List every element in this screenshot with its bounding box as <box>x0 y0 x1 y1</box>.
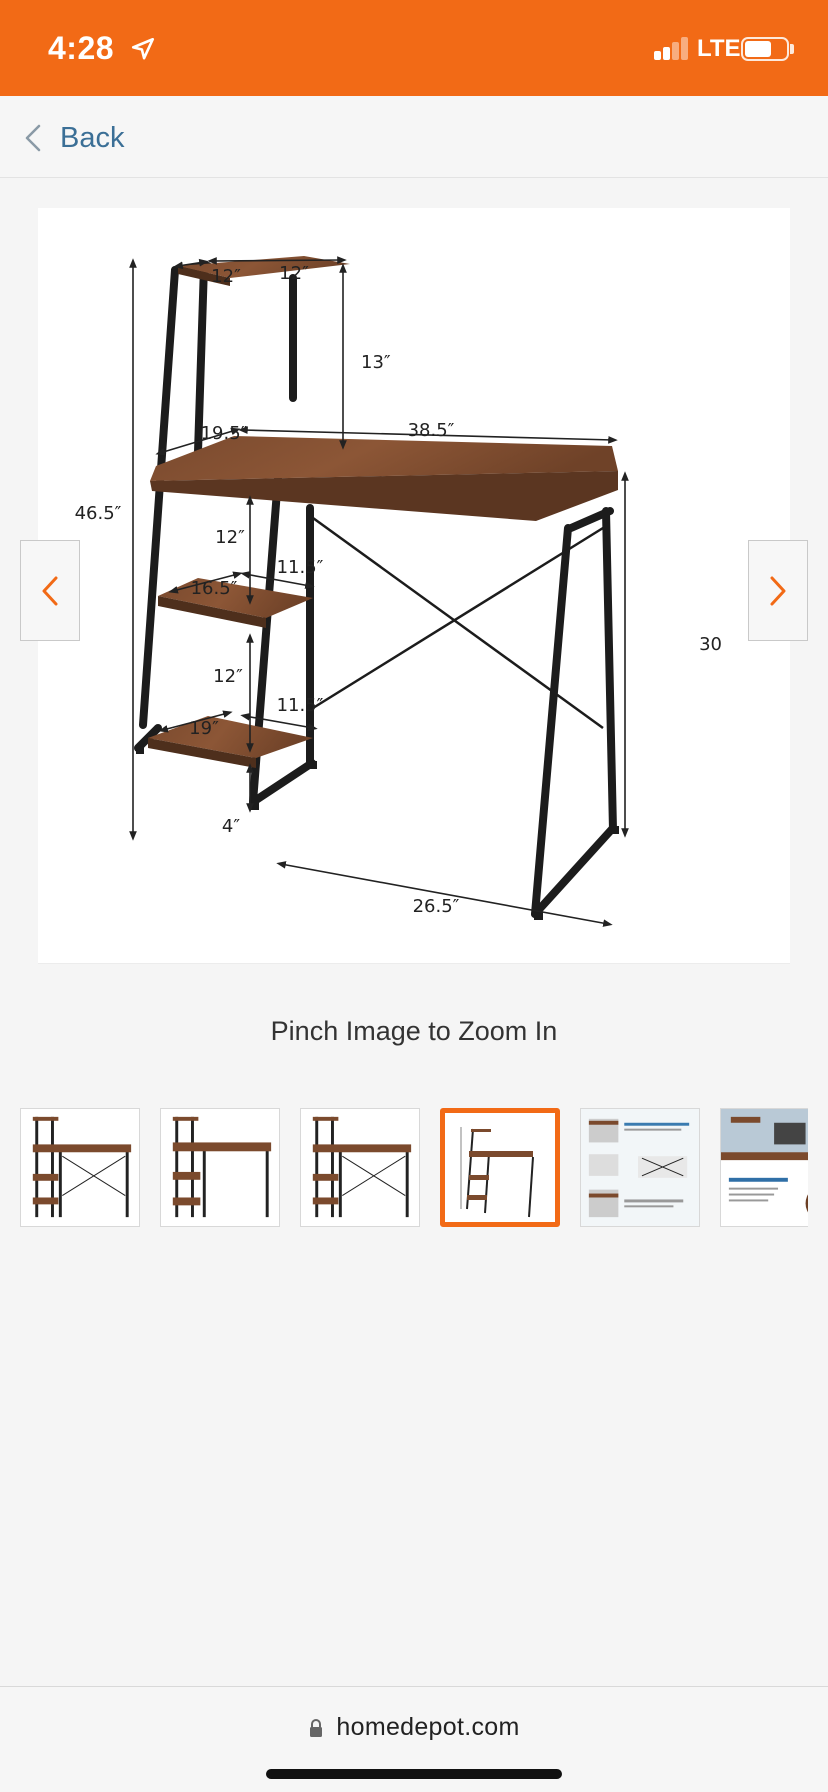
dim-desk-depth: 19.5″ <box>201 423 248 444</box>
lock-icon <box>310 1718 323 1737</box>
browser-bottom-bar: homedepot.com <box>0 1686 828 1792</box>
thumbnail-desk-lifestyle[interactable] <box>720 1108 808 1227</box>
dim-shelf-spacing-upper: 12″ <box>215 527 245 548</box>
previous-image-button[interactable] <box>20 540 80 641</box>
dim-desk-width: 38.5″ <box>408 420 455 441</box>
dim-top-shelf-depth: 12″ <box>211 266 241 287</box>
dim-lower-shelf-depth: 19″ <box>189 718 219 739</box>
desk-dimensions-diagram: 12″ 12″ 13″ 19.5″ 38.5″ 46.5″ 12″ 16.5″ … <box>38 208 790 964</box>
back-button[interactable]: Back <box>22 116 124 160</box>
image-divider <box>38 963 790 964</box>
status-time: 4:28 <box>48 30 115 66</box>
url-field[interactable]: homedepot.com <box>0 1713 828 1742</box>
battery-nub <box>790 44 794 54</box>
dim-lower-shelf-width: 11.5″ <box>277 695 324 716</box>
thumbnail-image <box>721 1109 808 1226</box>
network-type: LTE <box>697 35 741 62</box>
thumbnail-image <box>581 1109 699 1226</box>
home-indicator[interactable] <box>266 1769 562 1779</box>
dim-desk-height: 30 <box>699 634 722 655</box>
signal-strength-icon <box>654 36 690 60</box>
back-label: Back <box>60 121 125 154</box>
dim-shelf-spacing-lower: 12″ <box>213 666 243 687</box>
thumbnail-desk-front-view[interactable] <box>20 1108 140 1227</box>
thumbnail-desk-side-view[interactable] <box>300 1108 420 1227</box>
dim-top-shelf-width: 12″ <box>279 263 309 284</box>
dim-base-depth: 26.5″ <box>413 896 460 917</box>
dim-total-height: 46.5″ <box>75 503 122 524</box>
thumbnail-image <box>445 1113 555 1222</box>
thumbnail-desk-feature-details[interactable] <box>580 1108 700 1227</box>
chevron-left-icon <box>42 576 58 606</box>
dim-floor-clearance: 4″ <box>222 816 240 837</box>
dim-mid-shelf-width: 11.5″ <box>277 557 324 578</box>
thumbnail-image <box>301 1109 419 1226</box>
dim-mid-shelf-depth: 16.5″ <box>191 578 238 599</box>
product-image[interactable]: 12″ 12″ 13″ 19.5″ 38.5″ 46.5″ 12″ 16.5″ … <box>38 208 790 964</box>
next-image-button[interactable] <box>748 540 808 641</box>
url-text: homedepot.com <box>336 1713 520 1741</box>
battery-icon <box>741 37 789 61</box>
thumbnail-strip[interactable] <box>20 1108 808 1228</box>
thumbnail-desk-angle-view[interactable] <box>160 1108 280 1227</box>
battery-fill <box>745 41 771 57</box>
thumbnail-image <box>161 1109 279 1226</box>
thumbnail-image <box>21 1109 139 1226</box>
thumbnail-desk-dimensions[interactable] <box>440 1108 560 1227</box>
dim-top-shelf-gap: 13″ <box>361 352 391 373</box>
chevron-right-icon <box>770 576 786 606</box>
location-arrow-icon <box>131 37 155 60</box>
nav-bar: Back <box>0 96 828 178</box>
zoom-hint: Pinch Image to Zoom In <box>270 1016 558 1046</box>
chevron-left-icon <box>25 124 41 152</box>
status-bar: 4:28 LTE <box>0 0 828 96</box>
